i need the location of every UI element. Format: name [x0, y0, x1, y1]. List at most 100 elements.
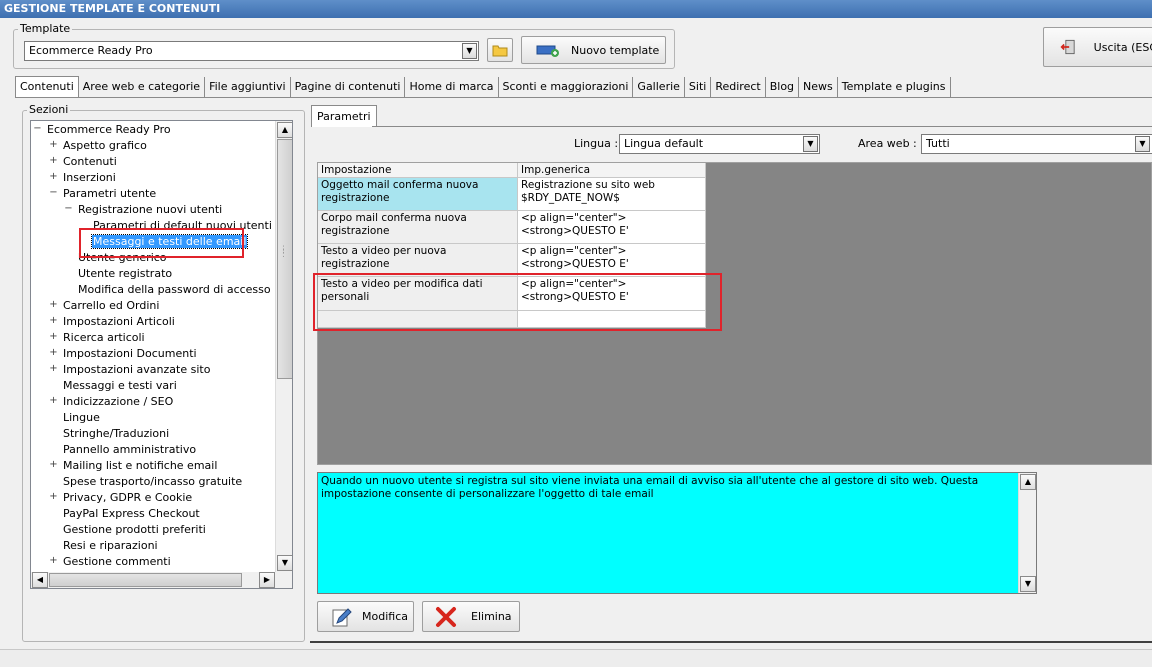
grid-cell-setting[interactable]: Oggetto mail conferma nuova registrazion…: [318, 178, 518, 211]
exit-button[interactable]: Uscita (ESC: [1043, 27, 1152, 67]
tree-hscrollbar[interactable]: ◀ ▶: [31, 572, 292, 588]
sections-label: Sezioni: [27, 103, 71, 116]
area-web-select-value: Tutti: [926, 137, 950, 150]
template-select[interactable]: Ecommerce Ready Pro ▼: [24, 41, 479, 61]
tree-item[interactable]: PayPal Express Checkout: [49, 506, 201, 522]
tab-template-e-plugins[interactable]: Template e plugins: [838, 77, 951, 98]
tab-pagine-di-contenuti[interactable]: Pagine di contenuti: [291, 77, 406, 98]
delete-button[interactable]: Elimina: [422, 601, 520, 632]
new-template-button[interactable]: Nuovo template: [521, 36, 666, 64]
tab-file-aggiuntivi[interactable]: File aggiuntivi: [205, 77, 291, 98]
tree-item[interactable]: + Mailing list e notifiche email: [49, 458, 218, 474]
sections-tree[interactable]: − Ecommerce Ready Pro + Aspetto grafico + C…: [30, 120, 293, 589]
tree-item[interactable]: + Impostazioni avanzate sito: [49, 362, 211, 378]
tree-item[interactable]: Pannello amministrativo: [49, 442, 197, 458]
tree-item-label: Parametri utente: [63, 187, 157, 200]
grid-header[interactable]: Imp.generica: [518, 163, 706, 178]
area-web-select[interactable]: Tutti ▼: [921, 134, 1152, 154]
scroll-up-icon[interactable]: ▲: [277, 122, 292, 138]
expand-icon[interactable]: +: [49, 348, 58, 358]
tree-item[interactable]: + Aspetto grafico: [49, 138, 148, 154]
tab-home-di-marca[interactable]: Home di marca: [405, 77, 499, 98]
tree-item[interactable]: Lingue: [49, 410, 101, 426]
tree-item[interactable]: Utente registrato: [64, 266, 173, 282]
template-group-label: Template: [18, 22, 73, 35]
tree-item[interactable]: Resi e riparazioni: [49, 538, 159, 554]
tree-item-label: Lingue: [63, 411, 100, 424]
tree-item[interactable]: Modifica della password di accesso: [64, 282, 272, 298]
scroll-right-icon[interactable]: ▶: [259, 572, 275, 588]
expand-icon[interactable]: +: [49, 460, 58, 470]
collapse-icon[interactable]: −: [33, 124, 42, 134]
scroll-left-icon[interactable]: ◀: [32, 572, 48, 588]
tree-item[interactable]: + Ricerca articoli: [49, 330, 146, 346]
tree-item[interactable]: + Indicizzazione / SEO: [49, 394, 174, 410]
tree-item[interactable]: − Registrazione nuovi utenti: [64, 202, 223, 218]
tree-item[interactable]: Messaggi e testi vari: [49, 378, 178, 394]
expand-icon[interactable]: +: [49, 492, 58, 502]
expand-icon[interactable]: +: [49, 332, 58, 342]
template-select-value: Ecommerce Ready Pro: [29, 44, 153, 57]
tab-sconti-e-maggiorazioni[interactable]: Sconti e maggiorazioni: [499, 77, 634, 98]
tree-item-label: Messaggi e testi vari: [63, 379, 177, 392]
tree-item[interactable]: + Impostazioni Documenti: [49, 346, 198, 362]
bottom-divider: [310, 641, 1152, 643]
chevron-down-icon[interactable]: ▼: [462, 43, 477, 59]
collapse-icon[interactable]: −: [49, 188, 58, 198]
description-vscrollbar[interactable]: ▲ ▼: [1018, 473, 1036, 593]
tab-contenuti[interactable]: Contenuti: [15, 76, 79, 98]
tree-vscrollbar[interactable]: ▲ ▼: [275, 121, 292, 572]
grid-header[interactable]: Impostazione: [318, 163, 518, 178]
tab-gallerie[interactable]: Gallerie: [633, 77, 685, 98]
expand-icon[interactable]: +: [49, 172, 58, 182]
tab-blog[interactable]: Blog: [766, 77, 800, 98]
grid-cell-value[interactable]: Registrazione su sito web $RDY_DATE_NOW$: [518, 178, 706, 211]
tab-parametri[interactable]: Parametri: [311, 105, 377, 127]
chevron-down-icon[interactable]: ▼: [1135, 136, 1150, 152]
tree-item[interactable]: Gestione prodotti preferiti: [49, 522, 207, 538]
tree-item[interactable]: + Privacy, GDPR e Cookie: [49, 490, 193, 506]
collapse-icon[interactable]: −: [64, 204, 73, 214]
tab-redirect[interactable]: Redirect: [711, 77, 766, 98]
tree-item-label: Utente registrato: [78, 267, 173, 280]
folder-icon: [492, 45, 508, 56]
tab-aree-web-e-categorie[interactable]: Aree web e categorie: [79, 77, 206, 98]
expand-icon[interactable]: +: [49, 316, 58, 326]
tree-item[interactable]: + Inserzioni: [49, 170, 117, 186]
tree-item[interactable]: Stringhe/Traduzioni: [49, 426, 170, 442]
scroll-up-icon[interactable]: ▲: [1020, 474, 1036, 490]
tree-item[interactable]: + Impostazioni Articoli: [49, 314, 176, 330]
lingua-select[interactable]: Lingua default ▼: [619, 134, 820, 154]
grid-cell-value[interactable]: <p align="center"><strong>QUESTO E': [518, 211, 706, 244]
tree-item-label: Mailing list e notifiche email: [63, 459, 218, 472]
tree-item[interactable]: Spese trasporto/incasso gratuite: [49, 474, 243, 490]
tree-root[interactable]: − Ecommerce Ready Pro: [33, 122, 170, 138]
tree-item[interactable]: + Gestione commenti: [49, 554, 172, 570]
description-text[interactable]: Quando un nuovo utente si registra sul s…: [317, 472, 1037, 594]
tree-item[interactable]: − Parametri utente: [49, 186, 157, 202]
scroll-down-icon[interactable]: ▼: [1020, 576, 1036, 592]
expand-icon[interactable]: +: [49, 300, 58, 310]
expand-icon[interactable]: +: [49, 396, 58, 406]
tree-item[interactable]: + Contenuti: [49, 154, 118, 170]
tree-item-label: Impostazioni Articoli: [63, 315, 175, 328]
expand-icon[interactable]: +: [49, 156, 58, 166]
edit-button[interactable]: Modifica: [317, 601, 414, 632]
tree-item-label: Spese trasporto/incasso gratuite: [63, 475, 243, 488]
scroll-down-icon[interactable]: ▼: [277, 555, 292, 571]
hscroll-thumb[interactable]: [49, 573, 242, 587]
tree-item-label: PayPal Express Checkout: [63, 507, 200, 520]
grid-cell-setting[interactable]: Corpo mail conferma nuova registrazione: [318, 211, 518, 244]
expand-icon[interactable]: +: [49, 556, 58, 566]
tree-item[interactable]: + Carrello ed Ordini: [49, 298, 160, 314]
splitter-handle[interactable]: ⋮ ⋮: [279, 246, 288, 268]
lingua-select-value: Lingua default: [624, 137, 704, 150]
expand-icon[interactable]: +: [49, 364, 58, 374]
chevron-down-icon[interactable]: ▼: [803, 136, 818, 152]
expand-icon[interactable]: +: [49, 140, 58, 150]
tab-siti[interactable]: Siti: [685, 77, 712, 98]
new-template-label: Nuovo template: [571, 43, 660, 57]
open-folder-button[interactable]: [487, 38, 513, 62]
tab-news[interactable]: News: [799, 77, 838, 98]
tree-item-label: Modifica della password di accesso: [78, 283, 271, 296]
